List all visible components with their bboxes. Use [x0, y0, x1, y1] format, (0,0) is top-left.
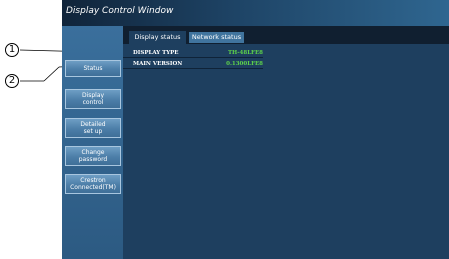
- window-titlebar: Display Control Window: [62, 0, 449, 26]
- sidebar-item-label: Status: [83, 65, 103, 72]
- sidebar-item-label: Crestron Connected(TM): [70, 177, 116, 191]
- main-version-value: 0.1300LFE8: [226, 61, 263, 67]
- tab-label: Display status: [134, 33, 181, 41]
- sidebar-item-label: Change password: [78, 149, 108, 163]
- tab-display-status[interactable]: Display status: [129, 31, 186, 44]
- sidebar-item-detailed-set-up[interactable]: Detailed set up: [65, 118, 121, 138]
- display-type-value: TH-48LFE8: [227, 50, 263, 56]
- sidebar-item-display-control[interactable]: Display control: [65, 89, 121, 109]
- sidebar-item-label: Detailed set up: [80, 121, 106, 135]
- window-title: Display Control Window: [66, 6, 174, 16]
- main-version-label: MAIN VERSION: [133, 61, 183, 67]
- display-type-label: DISPLAY TYPE: [133, 50, 179, 56]
- sidebar-item-crestron-connected[interactable]: Crestron Connected(TM): [65, 174, 121, 194]
- tab-label: Network status: [191, 33, 242, 41]
- tab-network-status[interactable]: Network status: [189, 32, 244, 43]
- sidebar-menu: Status Display control Detailed set up C…: [62, 26, 123, 259]
- tab-bar: Display status Network status: [123, 26, 449, 44]
- sidebar-item-status[interactable]: Status: [65, 60, 121, 77]
- main-version-row: MAIN VERSION 0.1300LFE8: [123, 60, 263, 69]
- callout-2-leader-diag: [43, 66, 60, 82]
- display-control-window: Display Control Window Status Display co…: [62, 0, 449, 259]
- main-content: Display status Network status DISPLAY TY…: [123, 26, 449, 259]
- display-type-row: DISPLAY TYPE TH-48LFE8: [123, 49, 263, 58]
- sidebar-item-label: Display control: [81, 92, 105, 106]
- sidebar-item-change-password[interactable]: Change password: [65, 146, 121, 166]
